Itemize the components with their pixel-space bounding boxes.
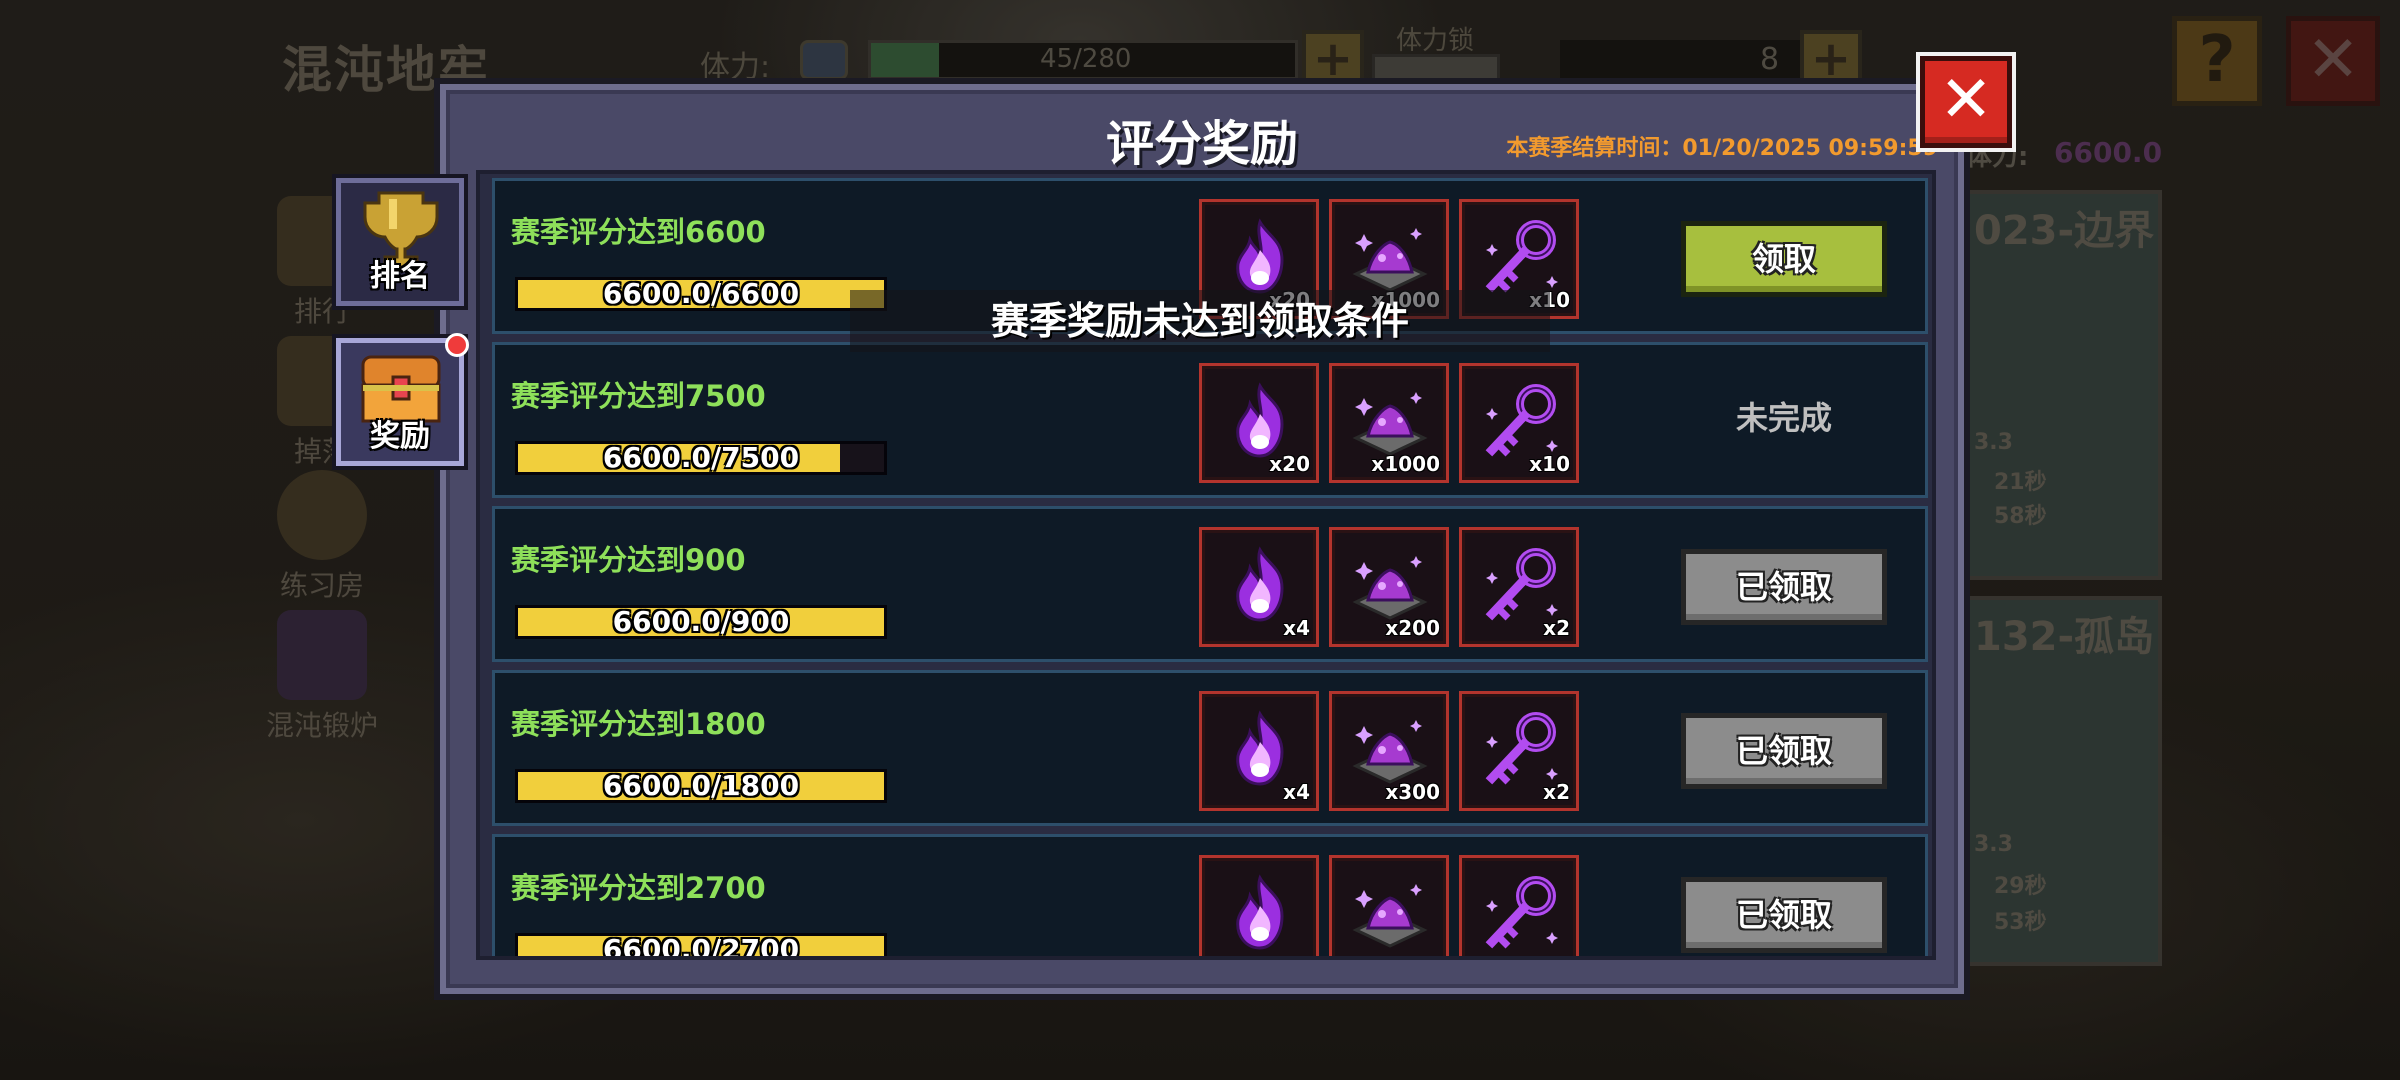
- progress-bar: 6600.0/7500: [515, 441, 887, 475]
- reward-quantity: x1000: [1371, 452, 1440, 476]
- progress-text: 6600.0/2700: [602, 933, 800, 960]
- progress-text: 6600.0/7500: [602, 441, 800, 474]
- tab-label: 奖励: [370, 419, 430, 454]
- reward-item[interactable]: [1199, 855, 1319, 956]
- stamina-bar-fill: [871, 43, 939, 77]
- reward-quantity: x200: [1385, 616, 1440, 640]
- help-button[interactable]: ?: [2172, 16, 2262, 106]
- incomplete-status: 未完成: [1735, 399, 1832, 437]
- right-score: 6600.0: [2054, 136, 2163, 169]
- tab-rewards[interactable]: 奖励: [336, 333, 469, 466]
- reward-row: 赛季评分达到1800 6600.0/1800 x4 x300 x2 已领取: [492, 670, 1928, 826]
- notification-badge: [445, 333, 469, 357]
- claimed-button[interactable]: 已领取: [1681, 549, 1887, 625]
- progress-text: 6600.0/900: [612, 605, 790, 638]
- reward-list[interactable]: 赛季评分达到6600 6600.0/6600 x20 x1000 x10 领取赛季评分达到…: [476, 170, 1936, 960]
- reward-quantity: x2: [1543, 616, 1570, 640]
- progress-bar: 6600.0/900: [515, 605, 887, 639]
- claimed-button[interactable]: 已领取: [1681, 877, 1887, 953]
- side-item-forge[interactable]: 混沌锻炉: [262, 610, 382, 744]
- reward-row: 赛季评分达到7500 6600.0/7500 x20 x1000 x10 未完成: [492, 342, 1928, 498]
- reward-item[interactable]: x4: [1199, 527, 1319, 647]
- key-count: 8: [1760, 42, 1780, 77]
- progress-text: 6600.0/6600: [602, 277, 800, 310]
- stamina-lock-toggle[interactable]: [1372, 54, 1500, 84]
- close-button[interactable]: ✕: [1920, 56, 2012, 148]
- row-title: 赛季评分达到6600: [511, 215, 766, 249]
- cauldron-icon: [277, 610, 367, 700]
- side-item-practice[interactable]: 练习房: [262, 470, 382, 604]
- reward-item[interactable]: x4: [1199, 691, 1319, 811]
- stamina-label: 体力:: [700, 50, 771, 85]
- tab-label: 排名: [370, 259, 430, 294]
- reward-quantity: x10: [1529, 452, 1570, 476]
- row-title: 赛季评分达到900: [511, 543, 746, 577]
- level-card-1[interactable]: 023-边界 3.3 21秒 58秒: [1960, 190, 2162, 580]
- reward-item[interactable]: [1329, 855, 1449, 956]
- toast-message: 赛季奖励未达到领取条件: [850, 290, 1550, 352]
- reward-item[interactable]: [1459, 855, 1579, 956]
- reward-quantity: x4: [1283, 780, 1310, 804]
- reward-item[interactable]: x2: [1459, 691, 1579, 811]
- stamina-lock-label: 体力锁: [1396, 26, 1475, 56]
- reward-item[interactable]: x1000: [1329, 363, 1449, 483]
- stamina-bar: [868, 40, 1298, 80]
- background-close-button[interactable]: ✕: [2286, 16, 2380, 106]
- reward-quantity: x20: [1269, 452, 1310, 476]
- key-counter-bar: [1560, 40, 1820, 80]
- reward-item[interactable]: x10: [1459, 363, 1579, 483]
- reward-item[interactable]: x200: [1329, 527, 1449, 647]
- level-card-title: 023-边界: [1974, 208, 2155, 254]
- tab-ranking[interactable]: 排名: [336, 178, 464, 306]
- progress-bar: 6600.0/2700: [515, 933, 887, 960]
- score-reward-dialog: 评分奖励 本赛季结算时间：01/20/2025 09:59:59 赛季评分达到6…: [440, 84, 1964, 994]
- row-title: 赛季评分达到7500: [511, 379, 766, 413]
- reward-quantity: x2: [1543, 780, 1570, 804]
- progress-bar: 6600.0/1800: [515, 769, 887, 803]
- shield-icon: [277, 470, 367, 560]
- reward-item[interactable]: x2: [1459, 527, 1579, 647]
- progress-bar: 6600.0/6600: [515, 277, 887, 311]
- stamina-value: 45/280: [1040, 44, 1132, 74]
- claim-button[interactable]: 领取: [1681, 221, 1887, 297]
- add-stamina-button[interactable]: +: [1302, 30, 1364, 92]
- row-title: 赛季评分达到1800: [511, 707, 766, 741]
- reward-item[interactable]: x20: [1199, 363, 1319, 483]
- stamina-icon: [800, 40, 848, 80]
- reward-quantity: x4: [1283, 616, 1310, 640]
- claimed-button[interactable]: 已领取: [1681, 713, 1887, 789]
- level-card-title: 132-孤岛: [1974, 614, 2155, 660]
- reward-item[interactable]: x300: [1329, 691, 1449, 811]
- reward-row: 赛季评分达到900 6600.0/900 x4 x200 x2 已领取: [492, 506, 1928, 662]
- reward-quantity: x300: [1385, 780, 1440, 804]
- progress-text: 6600.0/1800: [602, 769, 800, 802]
- season-end-time: 本赛季结算时间：01/20/2025 09:59:59: [1506, 136, 1938, 161]
- add-key-button[interactable]: +: [1800, 30, 1862, 92]
- reward-row: 赛季评分达到2700 6600.0/2700 已领取: [492, 834, 1928, 960]
- level-card-2[interactable]: 132-孤岛 3.3 29秒 53秒: [1960, 596, 2162, 966]
- row-title: 赛季评分达到2700: [511, 871, 766, 905]
